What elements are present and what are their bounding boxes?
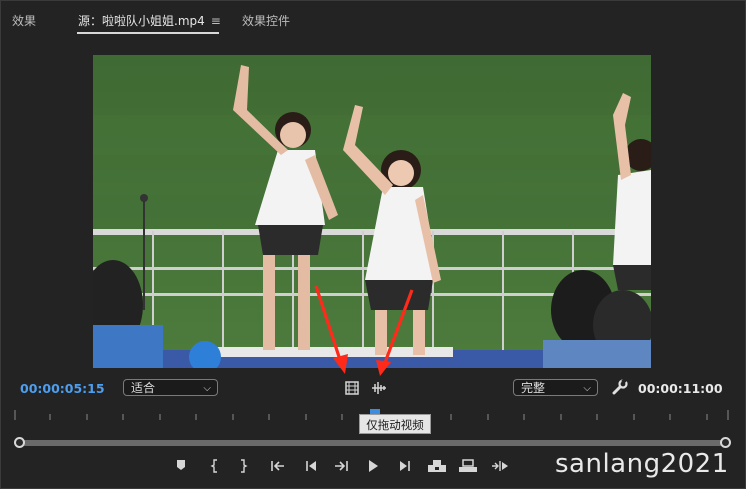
active-tab-underline bbox=[77, 32, 219, 34]
zoom-level-value: 适合 bbox=[131, 381, 156, 395]
tab-effects[interactable]: 效果 bbox=[12, 12, 36, 29]
mark-in-icon[interactable] bbox=[204, 456, 226, 478]
panel-menu-icon[interactable]: ≡ bbox=[211, 14, 221, 28]
go-to-out-icon[interactable] bbox=[330, 456, 352, 478]
tab-source[interactable]: 源：啦啦队小姐姐.mp4 ≡ bbox=[78, 12, 221, 29]
current-timecode[interactable]: 00:00:05:15 bbox=[20, 381, 105, 396]
video-preview bbox=[93, 55, 651, 368]
duration-timecode: 00:00:11:00 bbox=[638, 381, 723, 396]
tab-source-label: 源：啦啦队小姐姐.mp4 bbox=[78, 14, 205, 28]
step-forward-icon[interactable] bbox=[394, 456, 416, 478]
zoom-scroll-bar[interactable] bbox=[18, 440, 726, 446]
panel-tab-bar: 效果 源：啦啦队小姐姐.mp4 ≡ 效果控件 bbox=[0, 0, 746, 38]
scroll-handle-right[interactable] bbox=[720, 437, 731, 448]
tab-effect-controls[interactable]: 效果控件 bbox=[242, 12, 290, 29]
export-frame-icon[interactable] bbox=[489, 456, 511, 478]
add-marker-icon[interactable] bbox=[170, 456, 192, 478]
step-back-icon[interactable] bbox=[300, 456, 322, 478]
tooltip: 仅拖动视频 bbox=[359, 414, 431, 434]
overwrite-icon[interactable] bbox=[457, 456, 479, 478]
chevron-down-icon: ⌵ bbox=[583, 383, 591, 394]
zoom-level-select[interactable]: 适合 ⌵ bbox=[123, 379, 218, 396]
scroll-handle-left[interactable] bbox=[14, 437, 25, 448]
play-icon[interactable] bbox=[362, 456, 384, 478]
drag-video-only-icon[interactable] bbox=[345, 380, 361, 396]
playback-resolution-select[interactable]: 完整 ⌵ bbox=[513, 379, 598, 396]
drag-audio-only-icon[interactable] bbox=[371, 380, 387, 396]
go-to-in-icon[interactable] bbox=[267, 456, 289, 478]
watermark-text: sanlang2021 bbox=[555, 449, 729, 479]
mark-out-icon[interactable] bbox=[232, 456, 254, 478]
playback-resolution-value: 完整 bbox=[521, 381, 546, 395]
insert-icon[interactable] bbox=[426, 456, 448, 478]
chevron-down-icon: ⌵ bbox=[203, 383, 211, 394]
wrench-icon[interactable] bbox=[612, 378, 628, 395]
